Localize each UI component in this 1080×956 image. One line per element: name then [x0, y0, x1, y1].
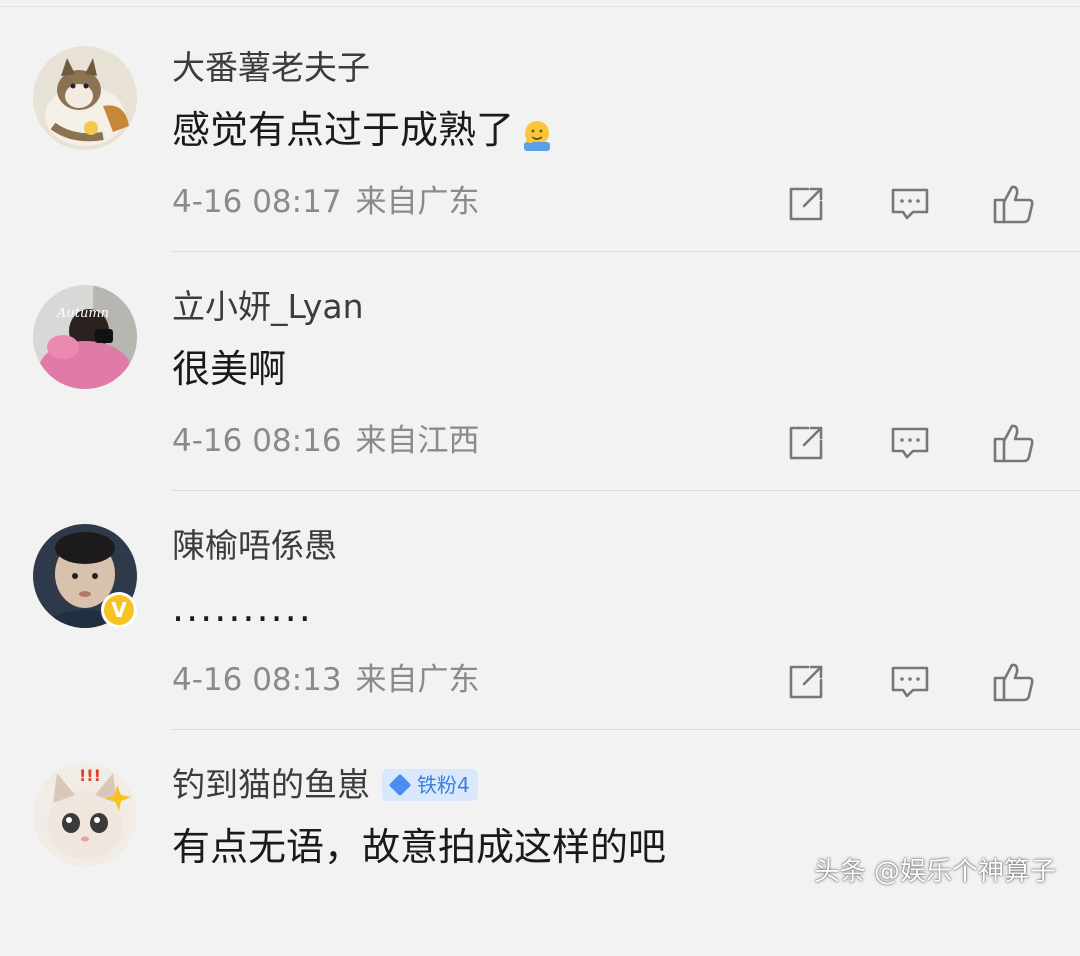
username[interactable]: 陳榆唔係愚 — [172, 524, 337, 568]
diamond-icon — [388, 773, 412, 797]
svg-text:!!!: !!! — [79, 766, 101, 785]
comment-body: 很美啊 — [172, 347, 287, 391]
comment-time: 4-16 08:16 — [172, 423, 342, 459]
watermark: 头条 @娱乐个神算子 — [813, 857, 1056, 887]
comment-icon — [891, 666, 929, 698]
share-button[interactable] — [784, 421, 828, 465]
comment-item: !!! 钓到猫的鱼崽 铁粉4 有点无语，故意拍成这样的吧 — [0, 717, 1080, 956]
share-button[interactable] — [784, 660, 828, 704]
comment-time: 4-16 08:17 — [172, 184, 342, 220]
fan-badge: 铁粉4 — [382, 769, 478, 801]
comment-location: 来自江西 — [355, 423, 480, 459]
like-button[interactable] — [992, 182, 1036, 226]
username[interactable]: 立小妍_Lyan — [172, 285, 364, 329]
like-button[interactable] — [992, 660, 1036, 704]
comment-icon — [891, 427, 929, 459]
comment-meta: 4-16 08:16 来自江西 — [172, 419, 480, 463]
verified-badge: V — [101, 592, 137, 628]
comment-item: Autumn 立小妍_Lyan 很美啊 4-16 08:16 来自江西 — [0, 239, 1080, 491]
reply-button[interactable] — [888, 660, 932, 704]
like-button[interactable] — [992, 421, 1036, 465]
avatar[interactable]: !!! — [33, 763, 137, 867]
username-text[interactable]: 钓到猫的鱼崽 — [172, 763, 370, 807]
comment-text: 很美啊 — [172, 343, 286, 395]
comment-meta: 4-16 08:13 来自广东 — [172, 658, 480, 702]
comment-body: .......... — [172, 586, 313, 630]
comment-item: V 陳榆唔係愚 .......... 4-16 08:13 来自广东 — [0, 478, 1080, 730]
avatar[interactable]: Autumn — [33, 285, 137, 389]
username[interactable]: 大番薯老夫子 — [172, 46, 370, 90]
comment-location: 来自广东 — [355, 184, 480, 220]
thumbs-up-icon — [993, 663, 1034, 702]
comment-time: 4-16 08:13 — [172, 662, 342, 698]
share-icon — [789, 187, 823, 221]
smile-cover-face-emoji-icon — [520, 113, 554, 151]
comment-text: 有点无语，故意拍成这样的吧 — [172, 821, 666, 873]
comment-meta: 4-16 08:17 来自广东 — [172, 180, 480, 224]
reply-button[interactable] — [888, 182, 932, 226]
share-icon — [789, 665, 823, 699]
comment-icon — [891, 188, 929, 220]
fan-badge-label: 铁粉4 — [417, 773, 470, 797]
username: 钓到猫的鱼崽 铁粉4 — [172, 763, 478, 807]
thumbs-up-icon — [993, 185, 1034, 224]
comment-text: 感觉有点过于成熟了 — [172, 104, 554, 156]
reply-button[interactable] — [888, 421, 932, 465]
comment-location: 来自广东 — [355, 662, 480, 698]
share-icon — [789, 426, 823, 460]
comment-body: 感觉有点过于成熟了 — [172, 108, 515, 152]
avatar[interactable] — [33, 46, 137, 150]
share-button[interactable] — [784, 182, 828, 226]
thumbs-up-icon — [993, 424, 1034, 463]
comment-text: .......... — [172, 582, 313, 634]
comment-item: 大番薯老夫子 感觉有点过于成熟了 4-16 08:17 来自广东 — [0, 0, 1080, 252]
comment-body: 有点无语，故意拍成这样的吧 — [172, 825, 667, 869]
avatar-caption: Autumn — [56, 306, 109, 321]
